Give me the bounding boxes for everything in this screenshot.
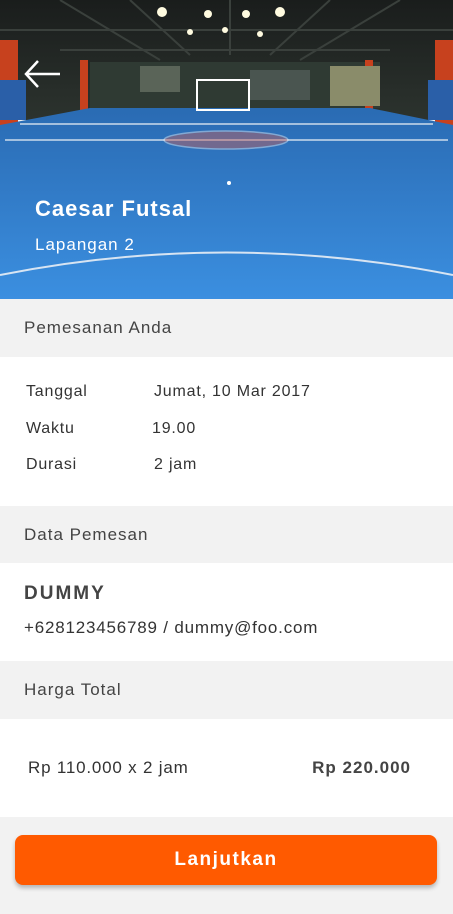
booking-section-heading: Pemesanan Anda: [0, 299, 453, 357]
date-value: Jumat, 10 Mar 2017: [154, 383, 311, 400]
venue-hero-image: Caesar Futsal Lapangan 2: [0, 0, 453, 299]
duration-label: Durasi: [26, 456, 78, 473]
back-button[interactable]: [22, 56, 66, 92]
continue-button[interactable]: Lanjutkan: [15, 835, 437, 885]
customer-card: DUMMY +628123456789 / dummy@foo.com: [0, 563, 453, 661]
price-total: Rp 220.000: [312, 758, 411, 777]
customer-contact: +628123456789 / dummy@foo.com: [24, 618, 319, 637]
price-section-heading: Harga Total: [0, 661, 453, 719]
date-label: Tanggal: [26, 383, 88, 400]
price-card: Rp 110.000 x 2 jam Rp 220.000: [0, 719, 453, 817]
price-calculation: Rp 110.000 x 2 jam: [28, 758, 189, 777]
time-label: Waktu: [26, 420, 75, 437]
customer-section-heading: Data Pemesan: [0, 506, 453, 564]
booking-details-card: Tanggal Jumat, 10 Mar 2017 Waktu 19.00 D…: [0, 357, 453, 506]
arrow-left-icon: [24, 60, 60, 88]
time-value: 19.00: [152, 420, 197, 437]
customer-name: DUMMY: [24, 583, 106, 604]
venue-name: Caesar Futsal: [35, 196, 193, 221]
court-name: Lapangan 2: [35, 235, 135, 254]
duration-value: 2 jam: [154, 456, 198, 473]
